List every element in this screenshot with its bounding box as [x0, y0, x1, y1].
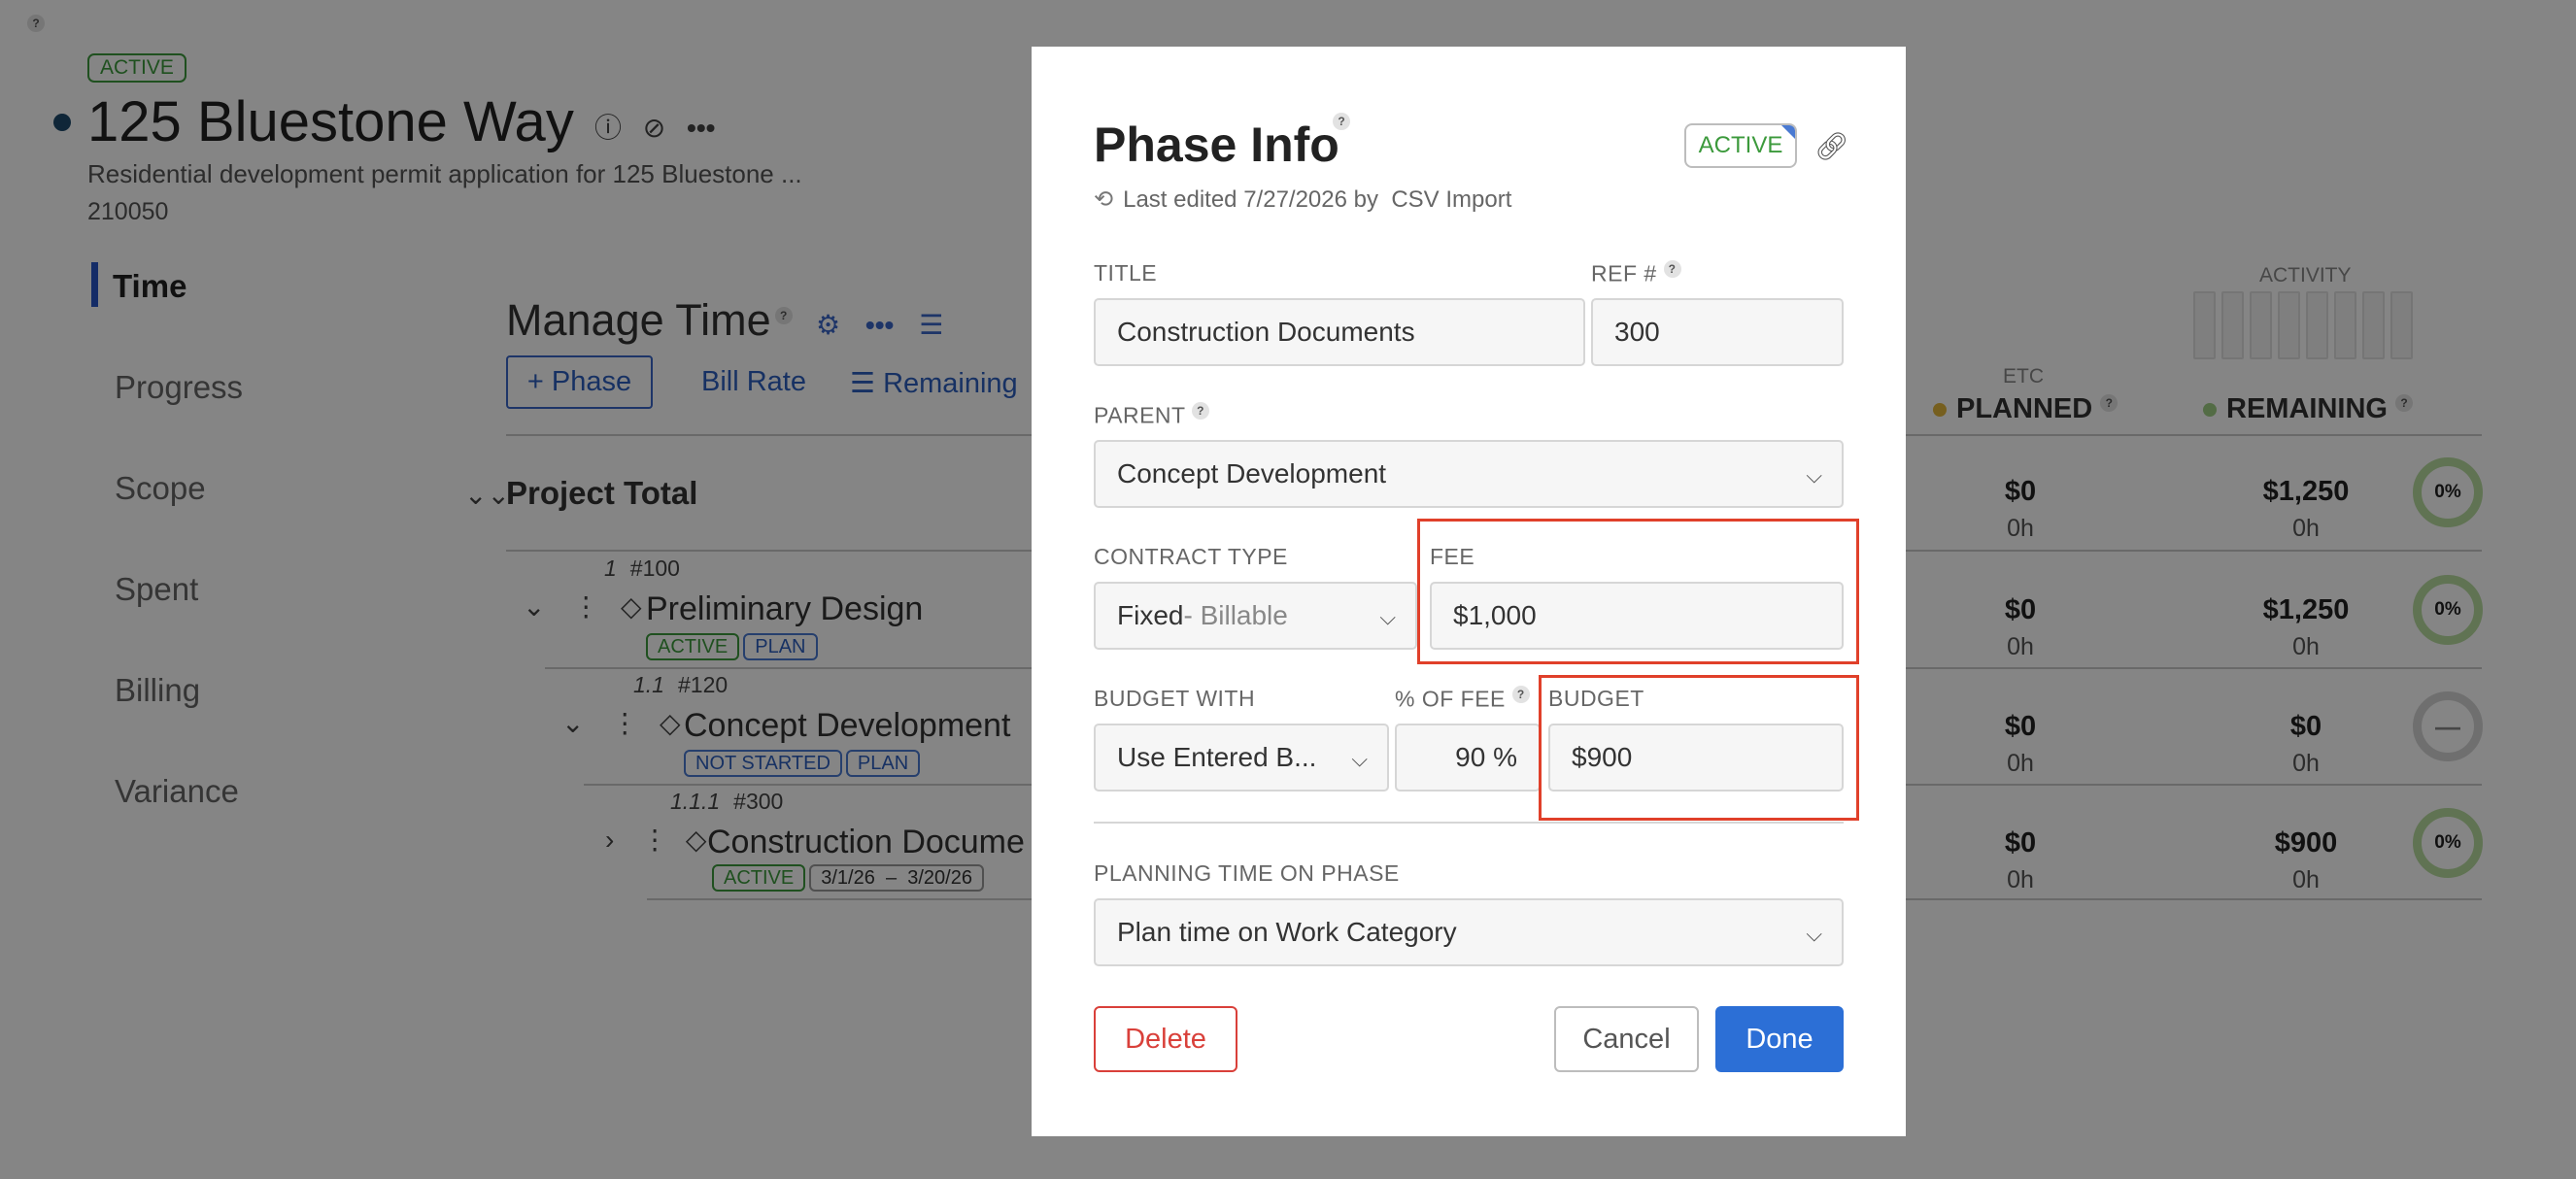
ref-label: REF # ? [1591, 260, 1681, 287]
parent-select[interactable]: Concept Development ⌵ [1094, 440, 1844, 508]
chevron-down-icon: ⌵ [1806, 922, 1822, 946]
pct-fee-input[interactable]: 90 % [1395, 724, 1541, 792]
last-edited-info: ⟲ Last edited 7/27/2026 by CSV Import [1094, 186, 1512, 213]
contract-type-label: CONTRACT TYPE [1094, 544, 1288, 569]
budget-label: BUDGET [1548, 686, 1644, 711]
budget-with-select[interactable]: Use Entered B... ⌵ [1094, 724, 1389, 792]
title-label: TITLE [1094, 260, 1158, 286]
divider [1094, 822, 1844, 824]
contract-type-sub: - Billable [1183, 600, 1288, 630]
delete-button[interactable]: Delete [1094, 1006, 1237, 1072]
parent-select-value: Concept Development [1117, 458, 1387, 488]
chevron-down-icon: ⌵ [1351, 747, 1368, 771]
chevron-down-icon: ⌵ [1806, 463, 1822, 488]
contract-type-select[interactable]: Fixed - Billable ⌵ [1094, 582, 1417, 650]
chevron-down-icon: ⌵ [1379, 605, 1396, 629]
help-icon[interactable]: ? [1333, 113, 1350, 130]
planning-time-select[interactable]: Plan time on Work Category ⌵ [1094, 898, 1844, 966]
contract-type-value: Fixed [1117, 600, 1184, 630]
done-button[interactable]: Done [1715, 1006, 1844, 1072]
budget-with-label: BUDGET WITH [1094, 686, 1256, 711]
title-input[interactable]: Construction Documents [1094, 298, 1585, 366]
cancel-button[interactable]: Cancel [1554, 1006, 1699, 1072]
fee-label: FEE [1430, 544, 1475, 569]
fee-input[interactable]: $1,000 [1430, 582, 1844, 650]
budget-with-value: Use Entered B... [1117, 742, 1317, 772]
budget-input[interactable]: $900 [1548, 724, 1844, 792]
link-icon[interactable]: 🔗︎ [1814, 130, 1849, 162]
help-icon[interactable]: ? [1511, 686, 1530, 703]
help-icon[interactable]: ? [1192, 402, 1210, 420]
planning-time-label: PLANNING TIME ON PHASE [1094, 860, 1400, 886]
help-icon[interactable]: ? [1663, 260, 1681, 278]
pct-fee-label: % OF FEE ? [1395, 686, 1530, 713]
history-icon: ⟲ [1094, 186, 1114, 213]
parent-label: PARENT ? [1094, 402, 1210, 429]
modal-title: Phase Info [1094, 118, 1339, 172]
ref-input[interactable]: 300 [1591, 298, 1844, 366]
phase-info-modal: Phase Info ? ACTIVE 🔗︎ ⟲ Last edited 7/27… [1032, 47, 1906, 1136]
planning-time-value: Plan time on Work Category [1117, 917, 1457, 947]
status-badge[interactable]: ACTIVE [1684, 123, 1797, 168]
